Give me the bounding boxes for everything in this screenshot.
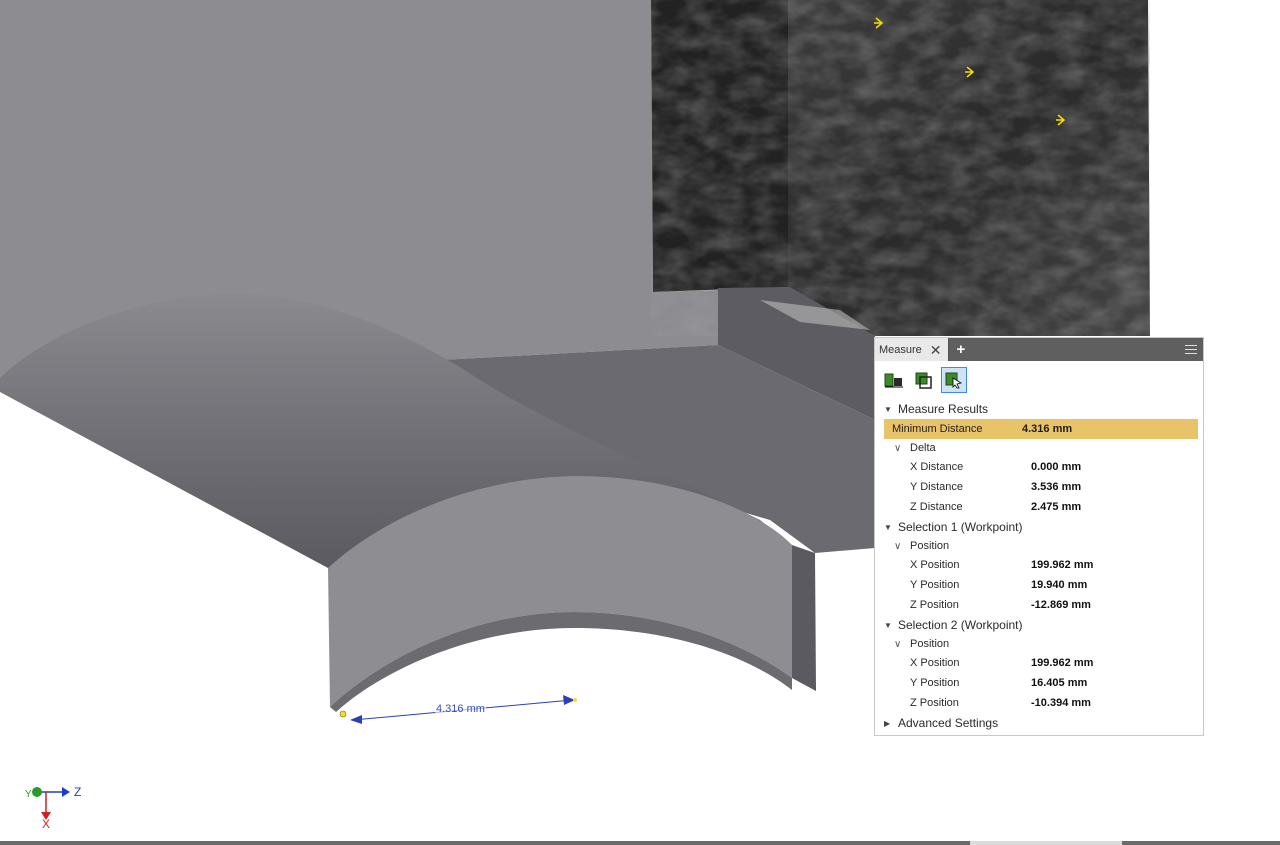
measure-distance-button[interactable] [881, 367, 907, 393]
selection-2-label: Selection 2 (Workpoint) [898, 618, 1023, 632]
minimum-distance-row[interactable]: Minimum Distance 4.316 mm [884, 419, 1198, 439]
row-label: Y Distance [910, 481, 963, 493]
delta-x-row: X Distance 0.000 mm [875, 457, 1203, 477]
workpoint-1[interactable] [339, 710, 347, 718]
row-value: -12.869 mm [1031, 599, 1091, 611]
row-label: Z Position [910, 697, 959, 709]
selection-1-label: Selection 1 (Workpoint) [898, 520, 1023, 534]
axis-y-label: Y [25, 789, 32, 800]
measure-loop-button[interactable] [911, 367, 937, 393]
tab-measure-label: Measure [879, 343, 922, 356]
advanced-settings-header[interactable]: ▶ Advanced Settings [875, 713, 1203, 733]
delta-y-row: Y Distance 3.536 mm [875, 477, 1203, 497]
add-tab-button[interactable]: + [949, 338, 974, 361]
axis-x-label: X [42, 817, 51, 831]
row-value: 3.536 mm [1031, 481, 1082, 493]
expand-triangle-icon: ▶ [884, 718, 891, 728]
hamburger-menu-icon[interactable] [1185, 345, 1197, 354]
selection-1-y-row: Y Position 19.940 mm [875, 575, 1203, 595]
chevron-down-icon: ∨ [894, 442, 902, 454]
axis-triad-icon [32, 787, 70, 820]
row-label: Y Position [910, 677, 960, 689]
axis-triad[interactable]: Z X Y [22, 782, 92, 832]
row-label: X Position [910, 657, 960, 669]
panel-tab-bar: Measure ✕ + [875, 338, 1203, 361]
texture-overlay [651, 0, 1150, 336]
selection-2-header[interactable]: ▼ Selection 2 (Workpoint) [875, 615, 1203, 635]
row-value: -10.394 mm [1031, 697, 1091, 709]
minimum-distance-label: Minimum Distance [892, 423, 983, 435]
row-value: 199.962 mm [1031, 559, 1094, 571]
row-label: X Position [910, 559, 960, 571]
row-label: X Distance [910, 461, 964, 473]
row-label: Y Position [910, 579, 960, 591]
row-value: 199.962 mm [1031, 657, 1094, 669]
minimum-distance-value: 4.316 mm [1022, 423, 1073, 435]
position-label: Position [910, 540, 950, 552]
selection-1-header[interactable]: ▼ Selection 1 (Workpoint) [875, 517, 1203, 537]
delta-label: Delta [910, 442, 936, 454]
tab-measure[interactable]: Measure ✕ [875, 338, 949, 361]
measure-distance-icon [884, 373, 903, 388]
selection-2-y-row: Y Position 16.405 mm [875, 673, 1203, 693]
collapse-triangle-icon: ▼ [884, 522, 892, 532]
measure-results-header[interactable]: ▼ Measure Results [875, 399, 1203, 419]
row-label: Z Position [910, 599, 959, 611]
workpoint-2[interactable] [573, 698, 577, 702]
collapse-triangle-icon: ▼ [884, 404, 892, 414]
close-icon[interactable]: ✕ [930, 343, 942, 357]
selection-2-position-group[interactable]: ∨ Position [875, 635, 1203, 653]
measure-toolbar [875, 361, 1203, 399]
collapse-triangle-icon: ▼ [884, 620, 892, 630]
measure-face-button[interactable] [941, 367, 967, 393]
delta-group[interactable]: ∨ Delta [875, 439, 1203, 457]
row-value: 0.000 mm [1031, 461, 1082, 473]
selection-2-x-row: X Position 199.962 mm [875, 653, 1203, 673]
selection-1-x-row: X Position 199.962 mm [875, 555, 1203, 575]
delta-z-row: Z Distance 2.475 mm [875, 497, 1203, 517]
dimension-label: 4.316 mm [435, 703, 486, 715]
status-bar [0, 841, 1280, 845]
status-bar-segment [970, 841, 1122, 845]
advanced-settings-label: Advanced Settings [898, 716, 999, 730]
measure-face-icon [945, 372, 963, 389]
chevron-down-icon: ∨ [894, 638, 902, 650]
axis-z-label: Z [74, 785, 82, 799]
selection-1-position-group[interactable]: ∨ Position [875, 537, 1203, 555]
selection-1-z-row: Z Position -12.869 mm [875, 595, 1203, 615]
chevron-down-icon: ∨ [894, 540, 902, 552]
measure-results-label: Measure Results [898, 402, 989, 416]
row-label: Z Distance [910, 501, 963, 513]
row-value: 2.475 mm [1031, 501, 1082, 513]
row-value: 16.405 mm [1031, 677, 1088, 689]
row-value: 19.940 mm [1031, 579, 1088, 591]
measure-panel: Measure ✕ + ▼ Measure Results Minimum Di… [874, 337, 1204, 736]
measure-loop-icon [915, 372, 932, 389]
selection-2-z-row: Z Position -10.394 mm [875, 693, 1203, 713]
position-label: Position [910, 638, 950, 650]
wedge-right-face [792, 545, 816, 691]
